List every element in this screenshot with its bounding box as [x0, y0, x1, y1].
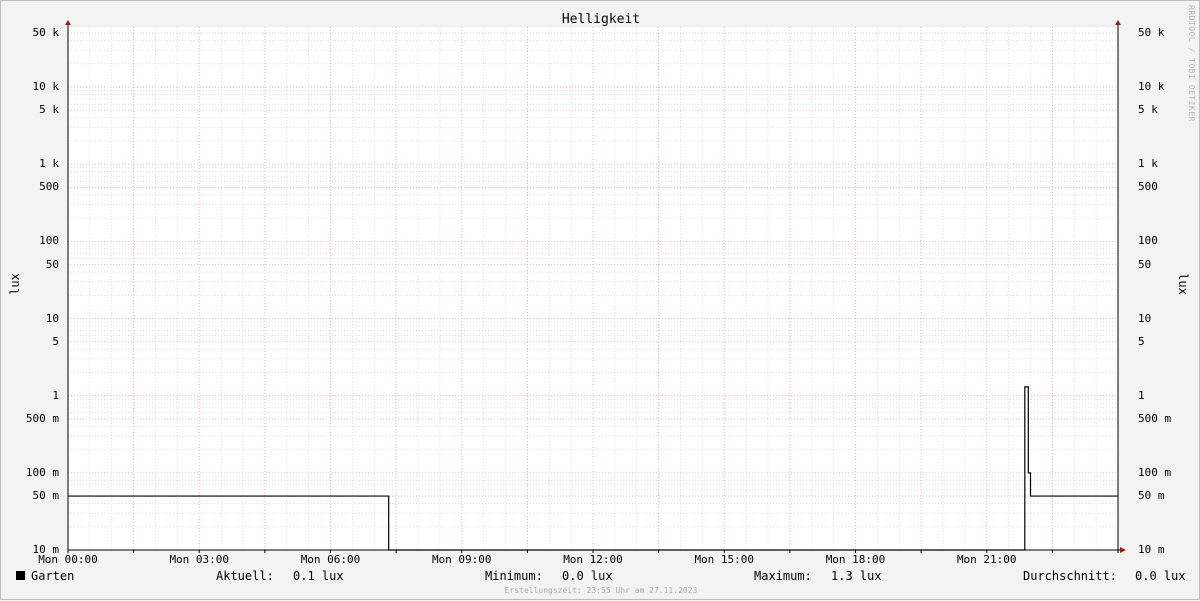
y-tick-label: 100: [39, 234, 59, 248]
y-tick-label: 5 k: [1138, 103, 1158, 117]
y-tick-label: 5 k: [39, 103, 59, 117]
y-tick-label: 50 m: [1138, 489, 1165, 503]
y-tick-label: 50 m: [32, 489, 60, 503]
y-tick-label: 10 k: [32, 80, 60, 94]
y-tick-label: 10: [1138, 311, 1152, 325]
graph-canvas: Helligkeit lux lux RRDTOOL / TOBI OETIKE…: [0, 0, 1200, 600]
chart-svg: [65, 20, 1126, 553]
y-tick-label: 5: [1138, 334, 1145, 348]
y-tick-label: 100: [1138, 234, 1158, 248]
legend-series-name: Garten: [31, 569, 75, 583]
legend-max-label: Maximum:: [754, 569, 812, 583]
y-tick-label: 1: [52, 388, 59, 402]
y-tick-label: 50 k: [1138, 26, 1165, 40]
legend-swatch-garten: [16, 571, 25, 580]
y-tick-label: 500 m: [25, 411, 59, 425]
y-tick-label: 1: [1138, 388, 1145, 402]
legend-avg-label: Durchschnitt:: [1023, 569, 1117, 583]
x-tick-label: Mon 18:00: [825, 553, 886, 566]
x-tick-label: Mon 06:00: [300, 553, 361, 566]
legend-min-value: 0.0 lux: [562, 569, 613, 583]
x-tick-label: Mon 21:00: [956, 553, 1017, 566]
y-tick-label: 10: [45, 311, 59, 325]
legend-current-value: 0.1 lux: [293, 569, 344, 583]
footer-timestamp: Erstellungszeit: 23:55 Uhr am 27.11.2023: [504, 586, 698, 595]
y-tick-label: 500: [39, 180, 59, 194]
y-tick-label: 10 m: [1138, 543, 1165, 556]
legend-current-label: Aktuell:: [216, 569, 274, 583]
y-tick-label: 50: [1138, 257, 1152, 271]
y-tick-label: 1 k: [1138, 157, 1158, 171]
x-tick-label: Mon 15:00: [694, 553, 755, 566]
y-tick-label: 100 m: [25, 465, 59, 479]
y-tick-label: 500 m: [1138, 411, 1172, 425]
y-tick-label: 100 m: [1138, 465, 1172, 479]
y-axis-label-left: lux: [7, 273, 22, 295]
y-tick-label: 50: [45, 257, 59, 271]
legend-min-label: Minimum:: [485, 569, 543, 583]
x-tick-label: Mon 00:00: [38, 553, 98, 566]
x-axis-arrow: [1120, 547, 1126, 553]
x-tick-label: Mon 09:00: [431, 553, 492, 566]
y-tick-label: 1 k: [39, 157, 59, 171]
y-tick-label: 500: [1138, 180, 1158, 194]
y-tick-label: 10 k: [1138, 80, 1165, 94]
chart-title: Helligkeit: [561, 12, 641, 27]
y-tick-label: 50 k: [32, 26, 60, 40]
x-tick-label: Mon 12:00: [563, 553, 623, 566]
y-tick-label: 5: [52, 334, 59, 348]
legend-max-value: 1.3 lux: [831, 569, 882, 583]
x-tick-label: Mon 03:00: [169, 553, 230, 566]
legend-avg-value: 0.0 lux: [1135, 569, 1186, 583]
y-axis-label-right: lux: [1175, 273, 1190, 295]
rrdtool-watermark: RRDTOOL / TOBI OETIKER: [1187, 5, 1196, 122]
